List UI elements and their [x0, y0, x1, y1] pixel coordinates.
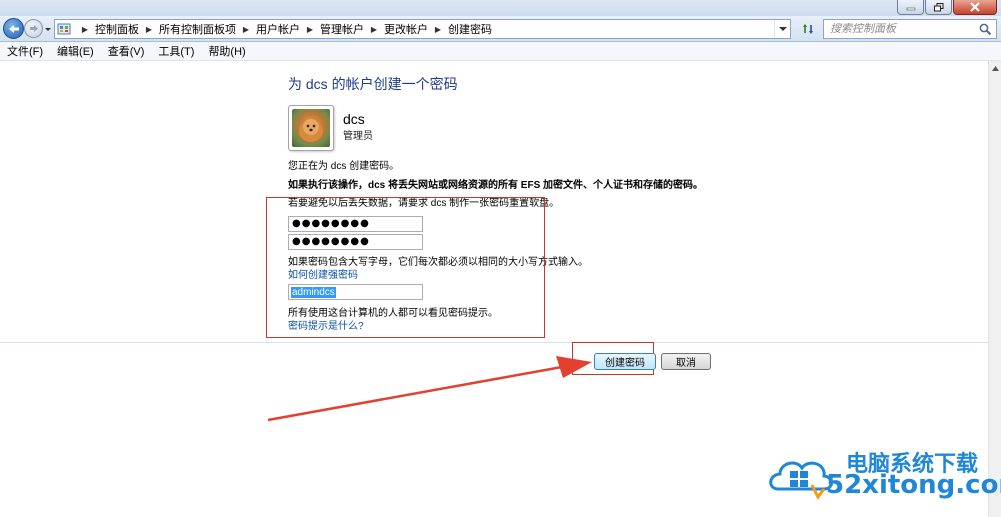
breadcrumb-control-panel[interactable]: 控制面板	[95, 21, 139, 37]
menu-bar: 文件(F) 编辑(E) 查看(V) 工具(T) 帮助(H)	[0, 42, 1001, 61]
title-bar	[0, 0, 1001, 16]
page-title: 为 dcs 的帐户创建一个密码	[288, 76, 458, 92]
breadcrumb-manage-accounts[interactable]: 管理帐户	[320, 21, 364, 37]
close-icon	[970, 2, 980, 12]
breadcrumb-all-items[interactable]: 所有控制面板项	[159, 21, 236, 37]
menu-help[interactable]: 帮助(H)	[207, 43, 246, 59]
annotation-highlight-box	[266, 197, 545, 338]
forward-arrow-icon	[29, 25, 38, 32]
chevron-down-icon	[778, 27, 787, 31]
navigation-bar: ▶ 控制面板 ▶ 所有控制面板项 ▶ 用户帐户 ▶ 管理帐户 ▶ 更改帐户 ▶ …	[0, 16, 1001, 42]
user-name: dcs	[343, 111, 365, 127]
restore-button[interactable]	[925, 0, 952, 15]
breadcrumb-separator-icon[interactable]: ▶	[78, 23, 92, 35]
address-box[interactable]: ▶ 控制面板 ▶ 所有控制面板项 ▶ 用户帐户 ▶ 管理帐户 ▶ 更改帐户 ▶ …	[54, 19, 791, 39]
menu-file[interactable]: 文件(F)	[6, 43, 44, 59]
menu-tools[interactable]: 工具(T)	[157, 43, 195, 59]
restore-icon	[933, 2, 943, 11]
minimize-icon	[906, 7, 915, 11]
user-role: 管理员	[343, 131, 373, 142]
breadcrumb-user-accounts[interactable]: 用户帐户	[256, 21, 300, 37]
breadcrumb-separator-icon[interactable]: ▶	[142, 23, 156, 35]
back-arrow-icon	[8, 24, 19, 33]
window-controls	[897, 0, 997, 15]
refresh-icon	[803, 24, 813, 34]
intro-text: 您正在为 dcs 创建密码。	[288, 161, 400, 172]
menu-view[interactable]: 查看(V)	[107, 43, 146, 59]
refresh-button[interactable]	[798, 20, 818, 38]
avatar	[288, 105, 334, 151]
cancel-button[interactable]: 取消	[661, 353, 711, 370]
create-password-button[interactable]: 创建密码	[594, 353, 656, 370]
watermark-url: 52xitong.com	[826, 470, 1001, 500]
breadcrumb-separator-icon[interactable]: ▶	[303, 23, 317, 35]
dog-picture-icon	[299, 119, 323, 142]
user-picture	[292, 109, 330, 147]
breadcrumb-change-account[interactable]: 更改帐户	[384, 21, 428, 37]
warning-text: 如果执行该操作，dcs 将丢失网站或网络资源的所有 EFS 加密文件、个人证书和…	[288, 180, 704, 191]
search-field[interactable]	[823, 19, 997, 39]
recent-pages-chevron-icon[interactable]	[44, 25, 52, 33]
breadcrumb-separator-icon[interactable]: ▶	[431, 23, 445, 35]
back-button[interactable]	[3, 18, 24, 39]
search-icon[interactable]	[979, 23, 992, 36]
annotation-arrow-icon	[267, 356, 592, 422]
chevron-up-icon	[992, 66, 999, 71]
control-panel-icon	[57, 23, 71, 35]
menu-edit[interactable]: 编辑(E)	[56, 43, 95, 59]
scroll-up-button[interactable]	[990, 62, 1001, 75]
search-input[interactable]	[830, 23, 970, 35]
breadcrumb-separator-icon[interactable]: ▶	[367, 23, 381, 35]
close-button[interactable]	[953, 0, 997, 15]
breadcrumb-create-password[interactable]: 创建密码	[448, 21, 492, 37]
address-history-button[interactable]	[774, 20, 790, 38]
breadcrumb-separator-icon[interactable]: ▶	[239, 23, 253, 35]
forward-button[interactable]	[24, 19, 43, 38]
minimize-button[interactable]	[897, 0, 924, 15]
divider	[0, 342, 988, 343]
